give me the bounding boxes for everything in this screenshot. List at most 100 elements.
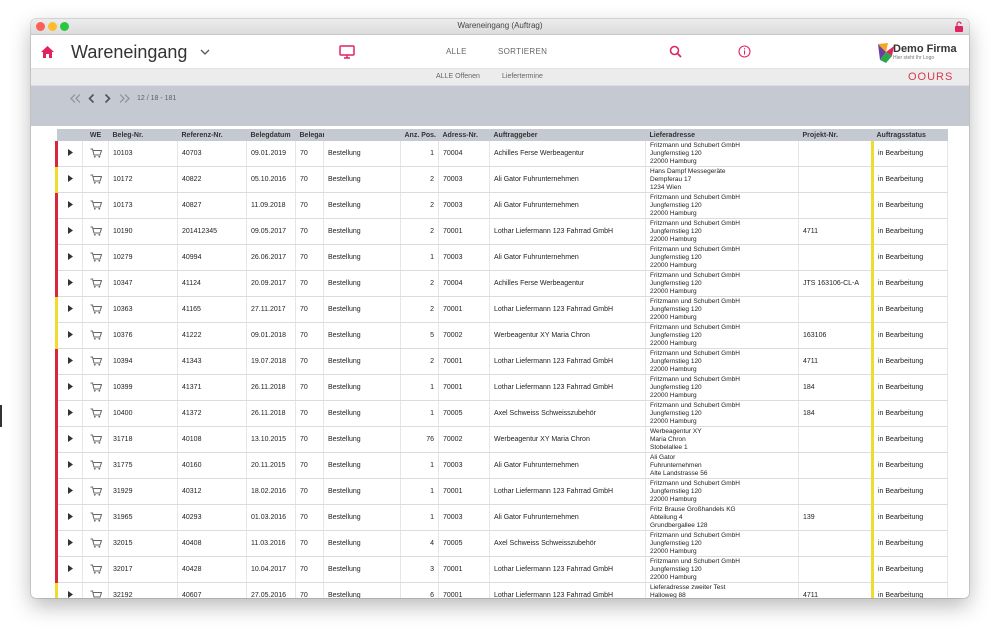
shopping-cart-icon[interactable] [90, 252, 102, 262]
expand-cell[interactable] [55, 244, 83, 271]
col-header-belegart[interactable]: Belegart [295, 129, 324, 141]
shopping-cart-icon[interactable] [90, 148, 102, 158]
table-row[interactable]: 31929 40312 18.02.2016 70 Bestellung 1 70001 Lo… [55, 478, 948, 505]
expand-triangle-icon[interactable] [67, 175, 73, 182]
we-cell[interactable] [82, 141, 109, 167]
table-row[interactable]: 10103 40703 09.01.2019 70 Bestellung 1 70004 Ac… [55, 141, 948, 167]
expand-cell[interactable] [55, 452, 83, 479]
expand-cell[interactable] [55, 530, 83, 557]
col-header-adress-nr[interactable]: Adress-Nr. [438, 129, 490, 141]
expand-triangle-icon[interactable] [67, 253, 73, 260]
we-cell[interactable] [82, 426, 109, 453]
col-header-belegdatum[interactable]: Belegdatum [246, 129, 296, 141]
expand-cell[interactable] [55, 166, 83, 193]
expand-cell[interactable] [55, 374, 83, 401]
table-row[interactable]: 10173 40827 11.09.2018 70 Bestellung 2 70003 Al… [55, 192, 948, 219]
table-row[interactable]: 10190 201412345 09.05.2017 70 Bestellung 2 700… [55, 218, 948, 245]
we-cell[interactable] [82, 504, 109, 531]
shopping-cart-icon[interactable] [90, 278, 102, 288]
expand-cell[interactable] [55, 348, 83, 375]
shopping-cart-icon[interactable] [90, 200, 102, 210]
we-cell[interactable] [82, 296, 109, 323]
expand-triangle-icon[interactable] [67, 487, 73, 494]
we-cell[interactable] [82, 478, 109, 505]
shopping-cart-icon[interactable] [90, 538, 102, 548]
shopping-cart-icon[interactable] [90, 356, 102, 366]
expand-cell[interactable] [55, 504, 83, 531]
first-page-icon[interactable] [70, 94, 81, 103]
we-cell[interactable] [82, 530, 109, 557]
col-header-auftragsstatus[interactable]: Auftragsstatus [872, 129, 948, 141]
expand-cell[interactable] [55, 218, 83, 245]
col-header-we[interactable]: WE [82, 129, 109, 141]
shopping-cart-icon[interactable] [90, 512, 102, 522]
expand-triangle-icon[interactable] [67, 201, 73, 208]
table-row[interactable]: 32015 40408 11.03.2016 70 Bestellung 4 70005 Ax… [55, 530, 948, 557]
table-row[interactable]: 31718 40108 13.10.2015 70 Bestellung 76 70002 W… [55, 426, 948, 453]
expand-triangle-icon[interactable] [67, 357, 73, 364]
next-page-icon[interactable] [104, 94, 111, 103]
expand-cell[interactable] [55, 582, 83, 598]
expand-cell[interactable] [55, 400, 83, 427]
we-cell[interactable] [82, 400, 109, 427]
shopping-cart-icon[interactable] [90, 174, 102, 184]
we-cell[interactable] [82, 322, 109, 349]
expand-cell[interactable] [55, 270, 83, 297]
expand-cell[interactable] [55, 322, 83, 349]
expand-triangle-icon[interactable] [67, 513, 73, 520]
shopping-cart-icon[interactable] [90, 486, 102, 496]
expand-triangle-icon[interactable] [67, 539, 73, 546]
shopping-cart-icon[interactable] [90, 460, 102, 470]
shopping-cart-icon[interactable] [90, 590, 102, 599]
expand-triangle-icon[interactable] [67, 461, 73, 468]
we-cell[interactable] [82, 244, 109, 271]
col-header-referenz-nr[interactable]: Referenz-Nr. [177, 129, 247, 141]
we-cell[interactable] [82, 166, 109, 193]
shopping-cart-icon[interactable] [90, 226, 102, 236]
filter-all-open[interactable]: ALLE Offenen [436, 73, 480, 80]
menu-sort[interactable]: SORTIEREN [498, 47, 547, 56]
expand-triangle-icon[interactable] [67, 383, 73, 390]
expand-cell[interactable] [55, 141, 83, 167]
monitor-icon[interactable] [339, 45, 355, 59]
table-row[interactable]: 10279 40994 26.06.2017 70 Bestellung 1 70003 Al… [55, 244, 948, 271]
expand-triangle-icon[interactable] [67, 565, 73, 572]
expand-cell[interactable] [55, 192, 83, 219]
col-header-auftraggeber[interactable]: Auftraggeber [489, 129, 646, 141]
table-row[interactable]: 10363 41165 27.11.2017 70 Bestellung 2 70001 Lo… [55, 296, 948, 323]
we-cell[interactable] [82, 218, 109, 245]
expand-cell[interactable] [55, 478, 83, 505]
we-cell[interactable] [82, 582, 109, 599]
we-cell[interactable] [82, 348, 109, 375]
last-page-icon[interactable] [119, 94, 130, 103]
we-cell[interactable] [82, 270, 109, 297]
filter-delivery-dates[interactable]: Liefertermine [502, 73, 543, 80]
expand-triangle-icon[interactable] [67, 305, 73, 312]
shopping-cart-icon[interactable] [90, 304, 102, 314]
shopping-cart-icon[interactable] [90, 382, 102, 392]
expand-triangle-icon[interactable] [67, 149, 73, 156]
table-row[interactable]: 10400 41372 26.11.2018 70 Bestellung 1 70005 Ax… [55, 400, 948, 427]
table-row[interactable]: 10394 41343 19.07.2018 70 Bestellung 2 70001 Lo… [55, 348, 948, 375]
col-header-beleg-nr[interactable]: Beleg-Nr. [108, 129, 178, 141]
search-icon[interactable] [669, 45, 682, 58]
shopping-cart-icon[interactable] [90, 564, 102, 574]
col-header-projekt-nr[interactable]: Projekt-Nr. [798, 129, 873, 141]
chevron-down-icon[interactable] [200, 48, 210, 56]
we-cell[interactable] [82, 192, 109, 219]
we-cell[interactable] [82, 452, 109, 479]
expand-cell[interactable] [55, 556, 83, 583]
home-icon[interactable] [41, 46, 54, 58]
table-row[interactable]: 10376 41222 09.01.2018 70 Bestellung 5 70002 We… [55, 322, 948, 349]
expand-triangle-icon[interactable] [67, 227, 73, 234]
we-cell[interactable] [82, 556, 109, 583]
menu-all[interactable]: ALLE [446, 47, 467, 56]
expand-triangle-icon[interactable] [67, 279, 73, 286]
expand-triangle-icon[interactable] [67, 435, 73, 442]
expand-triangle-icon[interactable] [67, 331, 73, 338]
table-row[interactable]: 31965 40293 01.03.2016 70 Bestellung 1 70003 Al… [55, 504, 948, 531]
prev-page-icon[interactable] [88, 94, 95, 103]
info-icon[interactable] [738, 45, 751, 58]
table-row[interactable]: 10172 40822 05.10.2016 70 Bestellung 2 70003 Al… [55, 166, 948, 193]
shopping-cart-icon[interactable] [90, 408, 102, 418]
